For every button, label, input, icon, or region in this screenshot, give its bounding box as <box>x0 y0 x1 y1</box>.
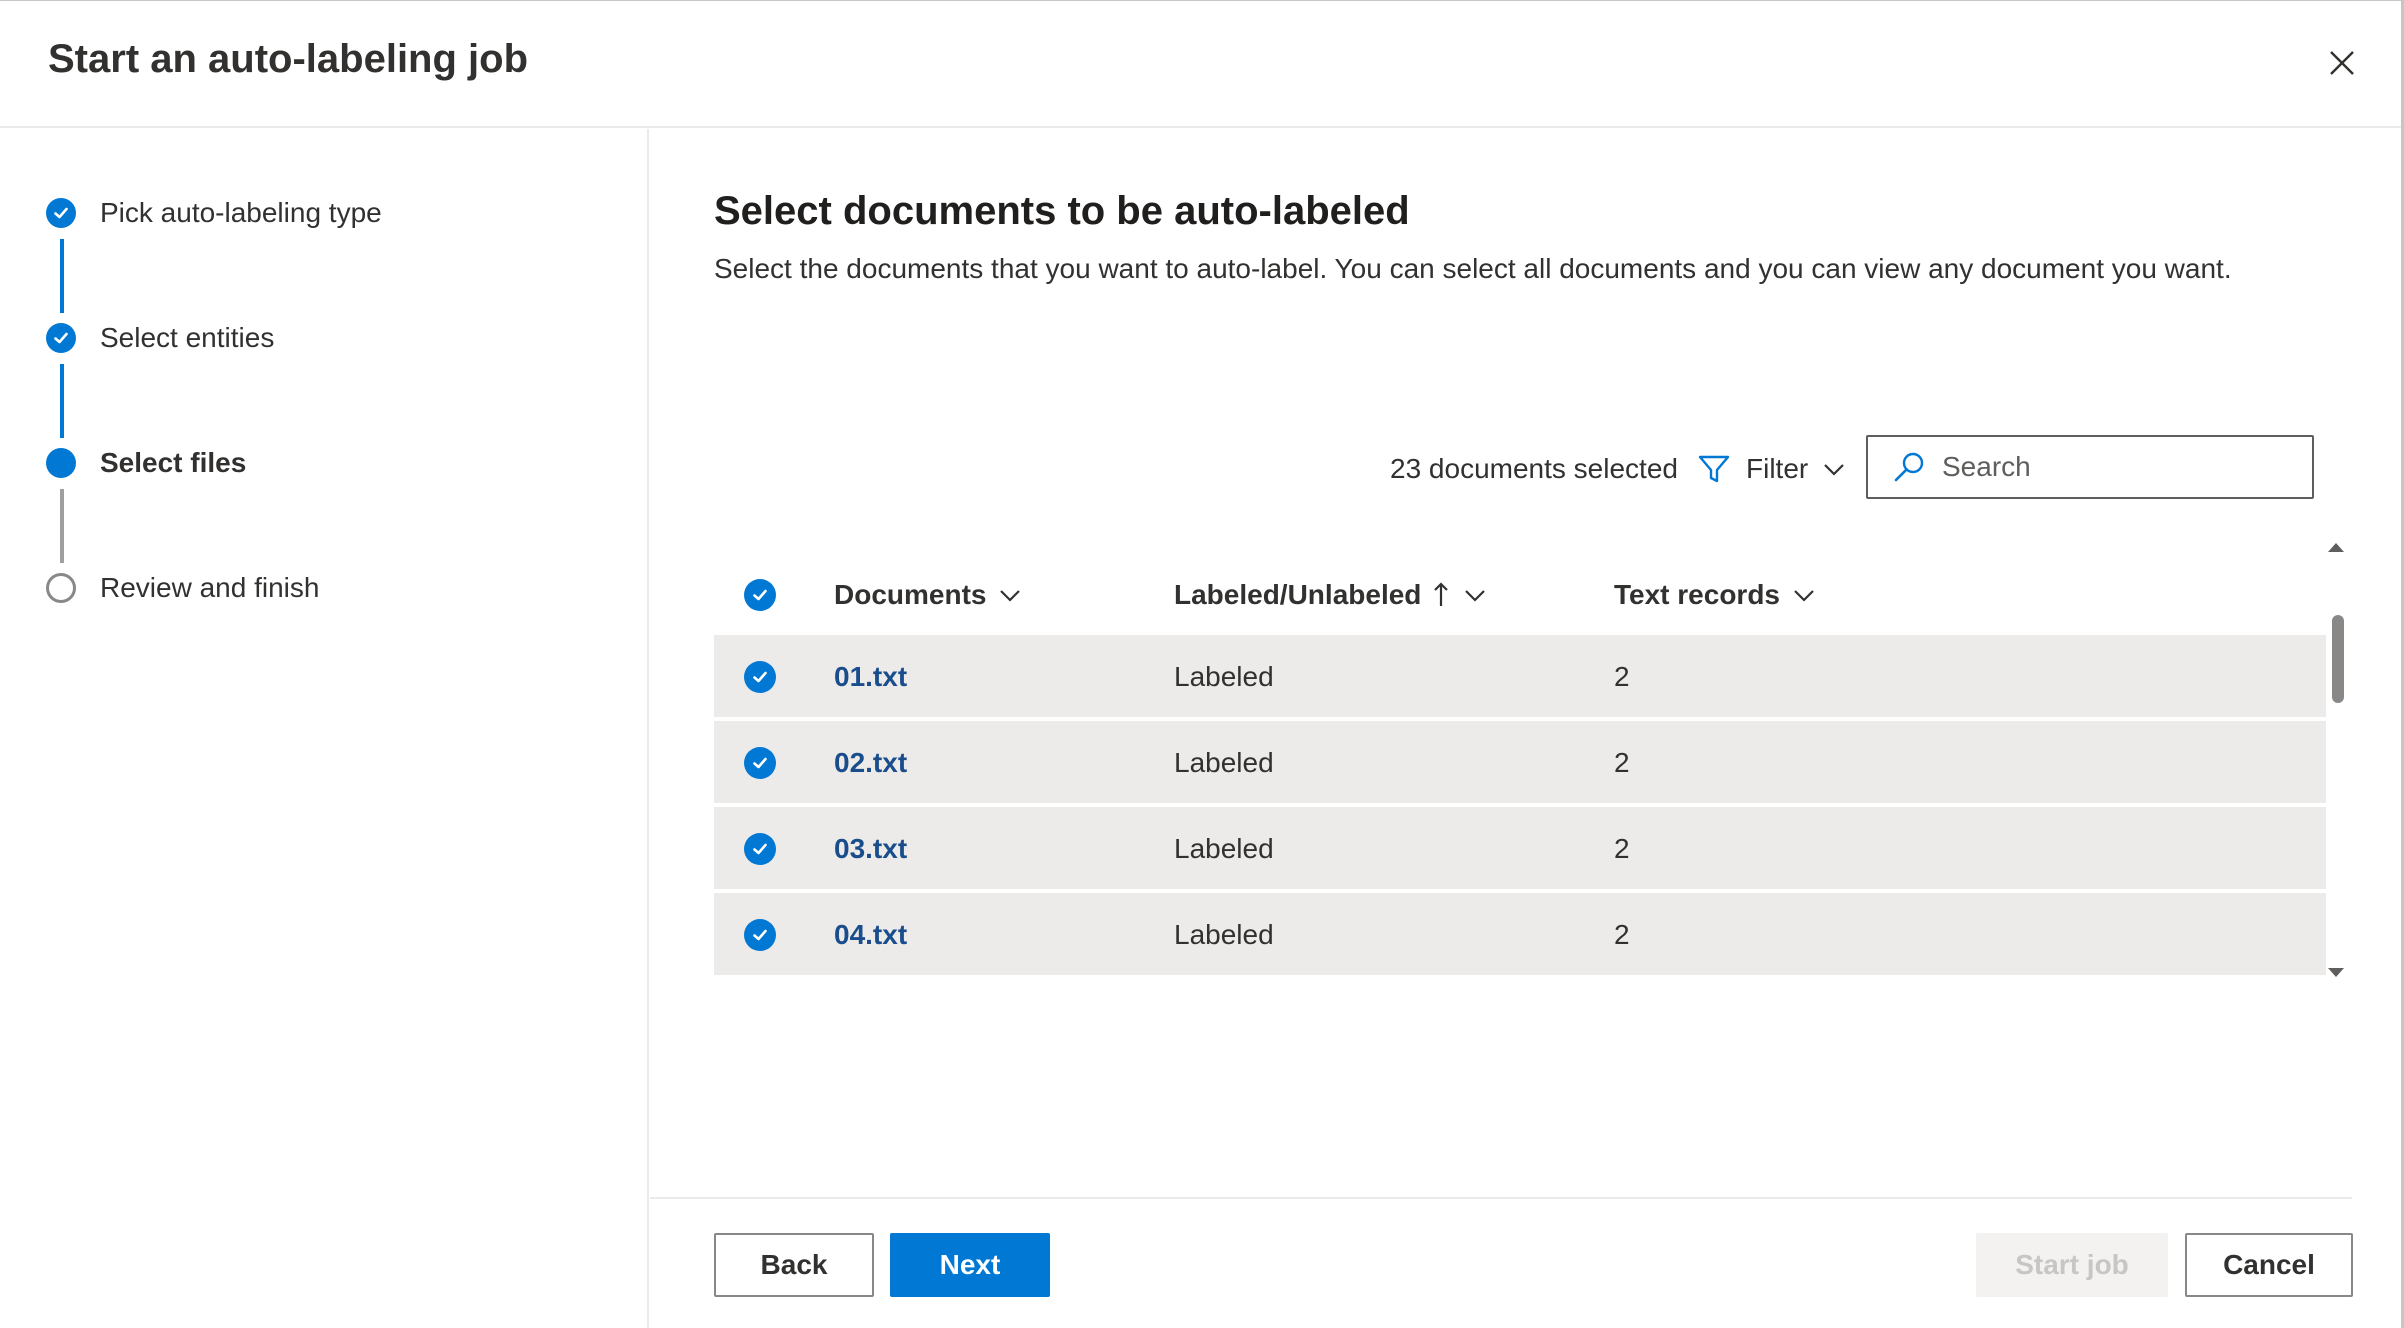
step-label: Select files <box>100 447 247 478</box>
chevron-down-icon <box>1465 590 1486 602</box>
column-header-label: Text records <box>1614 579 1780 610</box>
label-status: Labeled <box>1174 661 1274 692</box>
label-status: Labeled <box>1174 833 1274 864</box>
column-header-label: Labeled/Unlabeled <box>1174 579 1422 610</box>
row-checkbox[interactable] <box>744 635 776 719</box>
document-link[interactable]: 04.txt <box>834 893 907 977</box>
auto-labeling-dialog: Start an auto-labeling job Pick auto-lab… <box>0 0 2404 1328</box>
scroll-up-icon[interactable] <box>2322 537 2350 557</box>
step-select-files: Select files <box>46 447 246 479</box>
column-header-text-records[interactable]: Text records <box>1614 555 1818 635</box>
checkmark-icon <box>744 833 776 865</box>
document-link[interactable]: 01.txt <box>834 635 907 719</box>
cancel-button[interactable]: Cancel <box>2185 1233 2353 1297</box>
footer-divider <box>650 1197 2352 1199</box>
filter-label: Filter <box>1746 453 1809 484</box>
chevron-down-icon <box>1824 464 1845 476</box>
step-select-entities: Select entities <box>46 322 274 354</box>
chevron-down-icon <box>1000 590 1021 602</box>
column-header-documents[interactable]: Documents <box>834 555 1024 635</box>
selected-count: 23 documents selected <box>1390 453 1678 484</box>
text-records-count: 2 <box>1614 747 1630 778</box>
checkmark-icon <box>744 661 776 693</box>
table-row[interactable]: 01.txt Labeled 2 <box>714 635 2326 719</box>
table-row[interactable]: 03.txt Labeled 2 <box>714 807 2326 891</box>
main-content: Select documents to be auto-labeled Sele… <box>650 129 2401 1328</box>
step-review-finish: Review and finish <box>46 572 319 604</box>
filter-icon <box>1698 455 1730 483</box>
documents-table: Documents Labeled/Unlabeled Text records… <box>714 555 2326 995</box>
search-input[interactable] <box>1942 451 2302 483</box>
close-button[interactable] <box>2318 39 2366 87</box>
step-complete-icon <box>46 323 76 353</box>
filter-button[interactable]: Filter <box>1696 441 1848 497</box>
back-button[interactable]: Back <box>714 1233 874 1297</box>
search-icon <box>1894 452 1924 482</box>
chevron-down-icon <box>1794 590 1814 602</box>
table-header: Documents Labeled/Unlabeled Text records <box>714 555 2326 635</box>
label-status: Labeled <box>1174 919 1274 950</box>
step-label: Pick auto-labeling type <box>100 197 382 228</box>
scrollbar-thumb[interactable] <box>2332 615 2344 703</box>
step-pending-icon <box>46 573 76 603</box>
dialog-title: Start an auto-labeling job <box>48 37 529 81</box>
step-complete-icon <box>46 198 76 228</box>
step-connector <box>60 364 64 438</box>
step-current-icon <box>46 448 76 478</box>
next-button[interactable]: Next <box>890 1233 1050 1297</box>
step-pick-type: Pick auto-labeling type <box>46 197 382 229</box>
table-scrollbar[interactable] <box>2322 537 2350 993</box>
column-header-labeled-unlabeled[interactable]: Labeled/Unlabeled <box>1174 555 1489 635</box>
close-icon <box>2330 51 2354 75</box>
step-label: Review and finish <box>100 572 320 603</box>
start-job-button[interactable]: Start job <box>1976 1233 2168 1297</box>
row-checkbox[interactable] <box>744 893 776 977</box>
text-records-count: 2 <box>1614 919 1630 950</box>
checkmark-icon <box>744 579 776 611</box>
sort-ascending-icon <box>1434 582 1449 606</box>
column-header-label: Documents <box>834 579 987 610</box>
text-records-count: 2 <box>1614 661 1630 692</box>
page-description: Select the documents that you want to au… <box>714 253 2232 284</box>
checkmark-icon <box>744 747 776 779</box>
table-row[interactable]: 04.txt Labeled 2 <box>714 893 2326 977</box>
step-connector <box>60 489 64 563</box>
step-label: Select entities <box>100 322 275 353</box>
document-link[interactable]: 02.txt <box>834 721 907 805</box>
checkmark-icon <box>744 919 776 951</box>
document-link[interactable]: 03.txt <box>834 807 907 891</box>
step-connector <box>60 239 64 313</box>
row-checkbox[interactable] <box>744 807 776 891</box>
label-status: Labeled <box>1174 747 1274 778</box>
select-all-checkbox[interactable] <box>744 555 776 635</box>
wizard-steps-panel: Pick auto-labeling type Select entities … <box>0 129 649 1328</box>
dialog-header: Start an auto-labeling job <box>0 1 2401 128</box>
page-title: Select documents to be auto-labeled <box>714 189 1410 233</box>
text-records-count: 2 <box>1614 833 1630 864</box>
table-row[interactable]: 02.txt Labeled 2 <box>714 721 2326 805</box>
scroll-down-icon[interactable] <box>2322 963 2350 983</box>
search-box[interactable] <box>1866 435 2314 499</box>
row-checkbox[interactable] <box>744 721 776 805</box>
